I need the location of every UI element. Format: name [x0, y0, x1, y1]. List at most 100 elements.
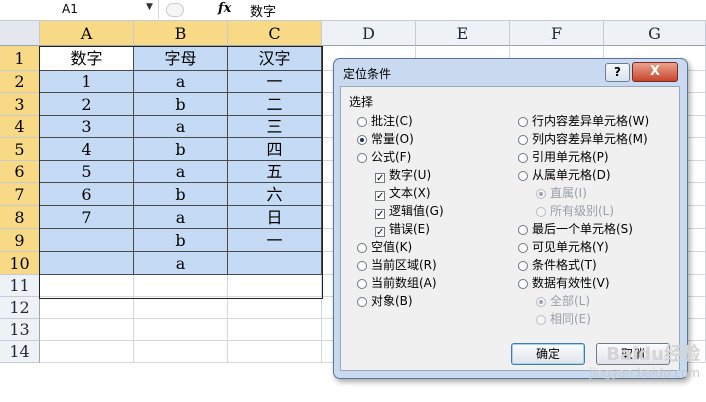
table-cell[interactable]: 五	[228, 161, 322, 183]
table-cell[interactable]	[228, 341, 322, 363]
row-header[interactable]: 7	[0, 183, 40, 206]
table-cell[interactable]	[40, 275, 134, 297]
table-cell[interactable]: 汉字	[228, 46, 322, 71]
table-cell[interactable]: a	[134, 161, 228, 183]
option-conditional-formats[interactable]: 条件格式(T)	[518, 257, 597, 273]
chevron-down-icon[interactable]: ▼	[146, 2, 153, 12]
checkbox-numbers[interactable]: ✓ 数字(U)	[375, 167, 431, 184]
table-cell[interactable]: a	[134, 116, 228, 138]
formula-status-icon	[166, 3, 184, 17]
table-cell[interactable]	[40, 229, 134, 252]
option-data-validation[interactable]: 数据有效性(V)	[518, 275, 610, 291]
table-cell[interactable]	[134, 341, 228, 363]
table-cell[interactable]	[228, 275, 322, 297]
table-cell[interactable]: 三	[228, 116, 322, 138]
table-cell[interactable]: 2	[40, 93, 134, 116]
column-header-c[interactable]: C	[228, 21, 322, 46]
table-cell[interactable]: 六	[228, 183, 322, 206]
column-header-e[interactable]: E	[416, 21, 510, 46]
table-cell[interactable]	[134, 297, 228, 319]
option-last-cell[interactable]: 最后一个单元格(S)	[518, 221, 633, 237]
column-header-f[interactable]: F	[510, 21, 604, 46]
table-cell[interactable]: 3	[40, 116, 134, 138]
checkbox-logicals[interactable]: ✓ 逻辑值(G)	[375, 203, 444, 220]
table-cell[interactable]: b	[134, 93, 228, 116]
table-cell[interactable]: 字母	[134, 46, 228, 71]
radio-icon	[518, 171, 528, 181]
table-cell[interactable]: b	[134, 183, 228, 206]
table-cell[interactable]: a	[134, 206, 228, 229]
option-label: 空值(K)	[371, 240, 413, 254]
table-cell[interactable]	[134, 319, 228, 341]
table-cell[interactable]: b	[134, 229, 228, 252]
table-cell[interactable]	[40, 341, 134, 363]
table-cell[interactable]	[228, 319, 322, 341]
row-header[interactable]: 5	[0, 138, 40, 161]
row-header[interactable]: 8	[0, 206, 40, 229]
table-cell[interactable]	[228, 297, 322, 319]
row-header[interactable]: 2	[0, 71, 40, 93]
row-header[interactable]: 12	[0, 297, 40, 319]
column-header-d[interactable]: D	[322, 21, 416, 46]
option-precedents[interactable]: 引用单元格(P)	[518, 149, 609, 165]
option-label: 最后一个单元格(S)	[532, 222, 633, 236]
formula-content[interactable]: 数字	[250, 1, 276, 20]
option-label: 引用单元格(P)	[532, 150, 609, 164]
checkbox-errors[interactable]: ✓ 错误(E)	[375, 221, 430, 238]
checkbox-text[interactable]: ✓ 文本(X)	[375, 185, 431, 202]
table-cell[interactable]: 二	[228, 93, 322, 116]
row-header[interactable]: 3	[0, 93, 40, 116]
table-cell[interactable]	[40, 252, 134, 275]
table-cell[interactable]: b	[134, 138, 228, 161]
table-cell[interactable]: 6	[40, 183, 134, 206]
row-header[interactable]: 4	[0, 116, 40, 138]
row-header[interactable]: 6	[0, 161, 40, 183]
table-cell[interactable]: 7	[40, 206, 134, 229]
option-dependents[interactable]: 从属单元格(D)	[518, 167, 611, 183]
option-formulas[interactable]: 公式(F)	[357, 149, 411, 165]
option-blanks[interactable]: 空值(K)	[357, 239, 412, 255]
option-all-levels: 所有级别(L)	[536, 203, 614, 219]
row-header[interactable]: 10	[0, 252, 40, 275]
option-row-differences[interactable]: 行内容差异单元格(W)	[518, 113, 649, 129]
checkmark-icon: ✓	[375, 209, 385, 220]
option-current-array[interactable]: 当前数组(A)	[357, 275, 437, 291]
checkbox-label: 逻辑值(G)	[389, 204, 444, 218]
row-header[interactable]: 11	[0, 275, 40, 297]
row-header[interactable]: 14	[0, 341, 40, 363]
table-cell[interactable]	[40, 319, 134, 341]
table-cell[interactable]	[40, 297, 134, 319]
column-header-b[interactable]: B	[134, 21, 228, 46]
row-header[interactable]: 1	[0, 46, 40, 71]
option-direct-only: 直属(I)	[536, 185, 587, 201]
option-current-region[interactable]: 当前区域(R)	[357, 257, 437, 273]
insert-function-icon[interactable]: fx	[218, 1, 231, 16]
table-cell[interactable]: 4	[40, 138, 134, 161]
row-header[interactable]: 13	[0, 319, 40, 341]
option-objects[interactable]: 对象(B)	[357, 293, 413, 309]
table-cell[interactable]: a	[134, 252, 228, 275]
row-header[interactable]: 9	[0, 229, 40, 252]
table-cell[interactable]: 日	[228, 206, 322, 229]
table-cell[interactable]: 一	[228, 229, 322, 252]
radio-icon	[357, 279, 367, 289]
radio-icon	[518, 243, 528, 253]
option-comments[interactable]: 批注(C)	[357, 113, 413, 129]
column-header-g[interactable]: G	[604, 21, 706, 46]
option-constants[interactable]: 常量(O)	[357, 131, 414, 147]
table-cell[interactable]: 1	[40, 71, 134, 93]
help-button[interactable]: ?	[605, 63, 630, 82]
table-cell[interactable]: 一	[228, 71, 322, 93]
close-button[interactable]: X	[632, 62, 678, 82]
option-visible-cells[interactable]: 可见单元格(Y)	[518, 239, 609, 255]
select-all-corner[interactable]	[0, 21, 40, 46]
name-box[interactable]: A1 ▼	[0, 0, 159, 19]
table-cell[interactable]: 四	[228, 138, 322, 161]
table-cell[interactable]: a	[134, 71, 228, 93]
table-cell[interactable]	[228, 252, 322, 275]
table-cell[interactable]: 数字	[40, 46, 134, 71]
option-column-differences[interactable]: 列内容差异单元格(M)	[518, 131, 648, 147]
table-cell[interactable]	[134, 275, 228, 297]
table-cell[interactable]: 5	[40, 161, 134, 183]
column-header-a[interactable]: A	[40, 21, 134, 46]
